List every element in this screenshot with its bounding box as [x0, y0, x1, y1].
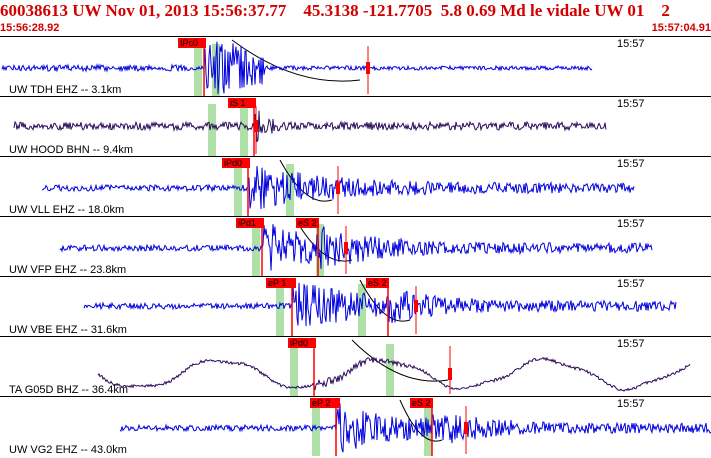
- coda-marker-handle[interactable]: [344, 242, 348, 254]
- waveform-trace[interactable]: [119, 403, 711, 453]
- p-pick-window[interactable]: [290, 344, 298, 396]
- s-pick-window[interactable]: [386, 344, 394, 396]
- waveform-canvas[interactable]: [0, 0, 711, 458]
- waveform-trace[interactable]: [13, 110, 607, 143]
- waveform-trace[interactable]: [1, 41, 593, 94]
- coda-marker-handle[interactable]: [336, 182, 340, 194]
- p-pick-window[interactable]: [208, 104, 216, 156]
- coda-marker-handle[interactable]: [366, 62, 370, 74]
- arrival-curve: [351, 339, 449, 382]
- waveform-trace[interactable]: [59, 224, 653, 271]
- coda-marker-handle[interactable]: [448, 368, 452, 380]
- s-pick-window[interactable]: [316, 224, 324, 276]
- s-pick-window[interactable]: [240, 104, 248, 156]
- arrival-curve: [359, 279, 411, 322]
- p-pick-window[interactable]: [276, 284, 284, 336]
- coda-marker-handle[interactable]: [464, 422, 468, 434]
- waveform-trace[interactable]: [83, 282, 677, 327]
- coda-marker-handle[interactable]: [414, 300, 418, 312]
- arrival-curve: [231, 39, 361, 82]
